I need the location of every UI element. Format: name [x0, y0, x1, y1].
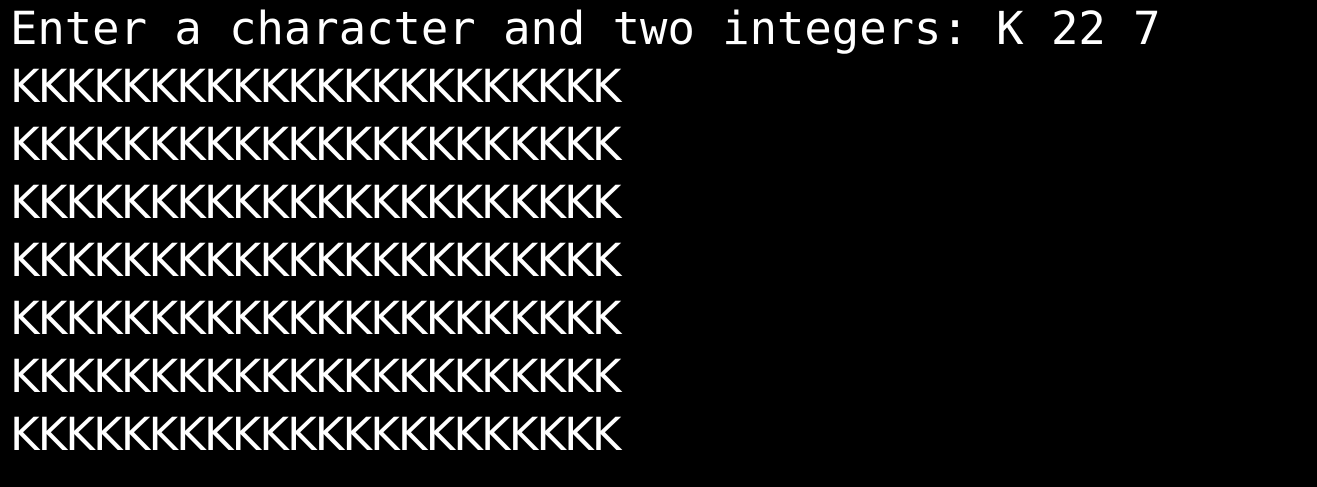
prompt-text: Enter a character and two integers: K 22…	[10, 2, 1161, 55]
output-line: KKKKKKKKKKKKKKKKKKKKKK	[10, 234, 621, 287]
output-line: KKKKKKKKKKKKKKKKKKKKKK	[10, 118, 621, 171]
output-line: KKKKKKKKKKKKKKKKKKKKKK	[10, 292, 621, 345]
output-line: KKKKKKKKKKKKKKKKKKKKKK	[10, 350, 621, 403]
terminal-window[interactable]: Enter a character and two integers: K 22…	[10, 0, 1317, 487]
output-line: KKKKKKKKKKKKKKKKKKKKKK	[10, 60, 621, 113]
output-line: KKKKKKKKKKKKKKKKKKKKKK	[10, 176, 621, 229]
output-line: KKKKKKKKKKKKKKKKKKKKKK	[10, 408, 621, 461]
